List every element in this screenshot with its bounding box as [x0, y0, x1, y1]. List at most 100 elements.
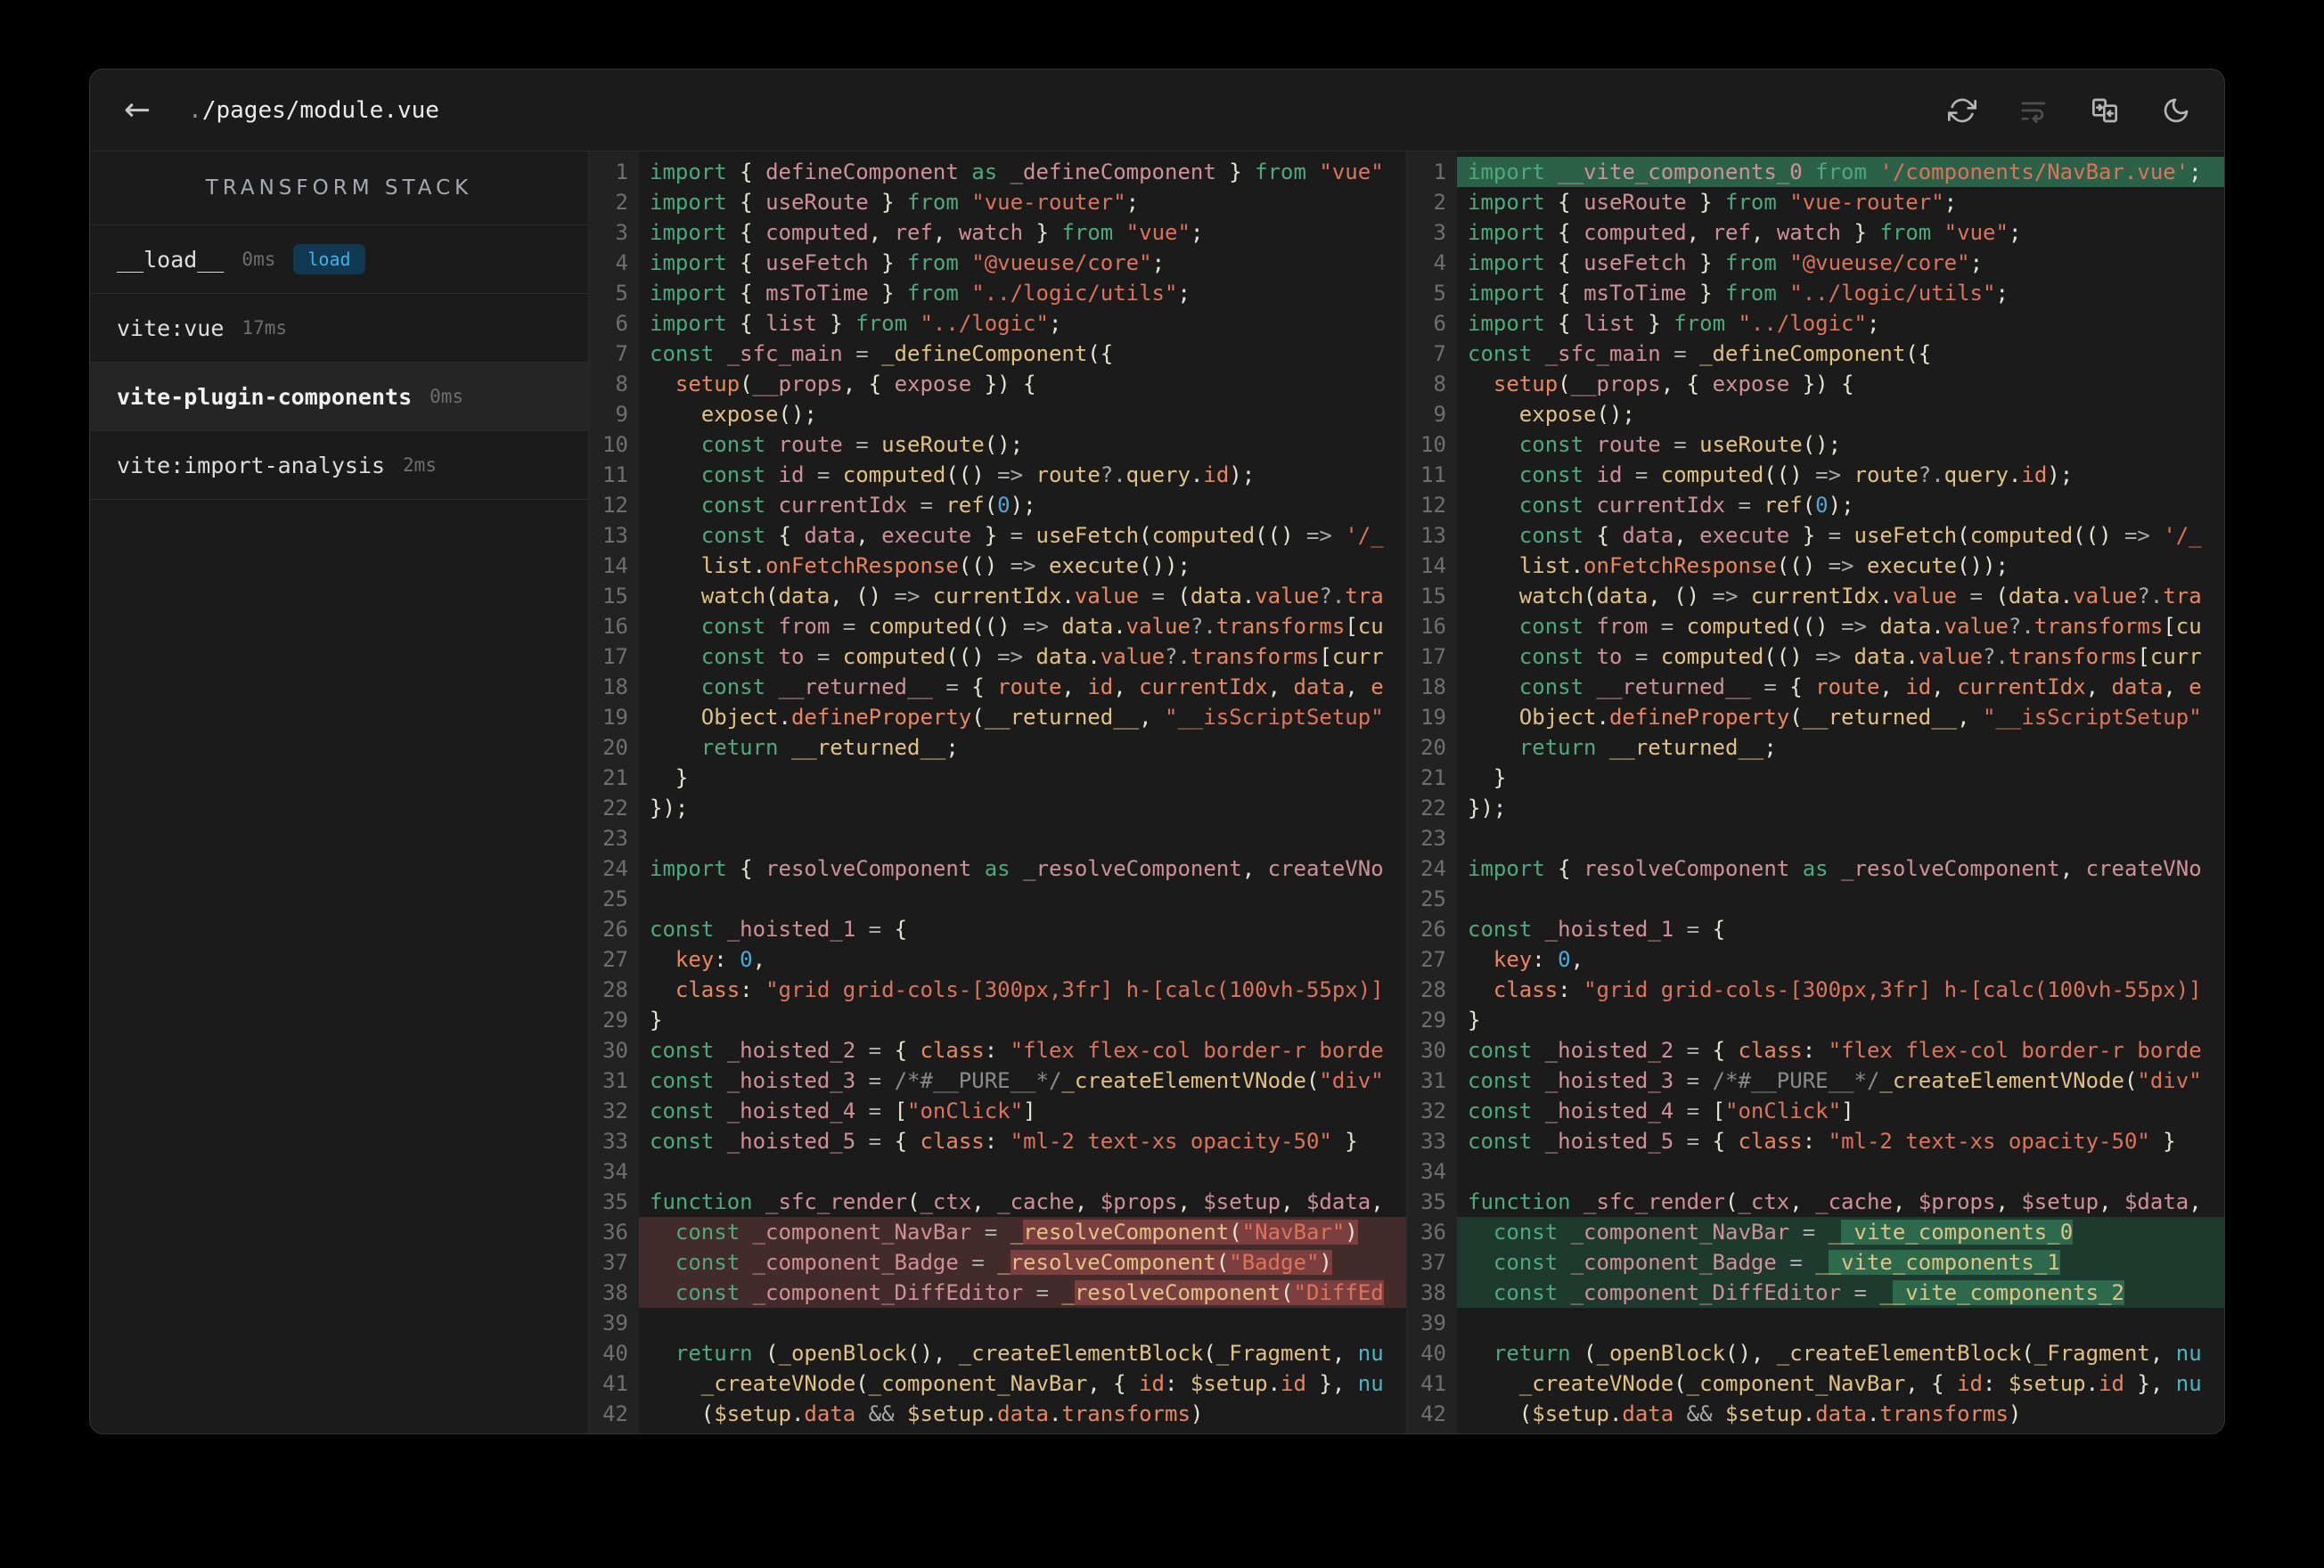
line-number: 23 — [602, 826, 628, 851]
code-line: 1 import { defineComponent as _defineComp… — [589, 157, 1406, 187]
code-line: 28 class: "grid grid-cols-[300px,3fr] h-… — [1407, 975, 2224, 1005]
code-panel-after[interactable]: 1 import __vite_components_0 from '/compo… — [1407, 151, 2224, 1433]
line-number: 26 — [1420, 917, 1446, 942]
code-line: 6 import { list } from "../logic"; — [589, 308, 1406, 339]
code-line: 19 Object.defineProperty(__returned__, "… — [589, 702, 1406, 732]
code-line: 12 const currentIdx = ref(0); — [589, 490, 1406, 520]
code-line: 26 const _hoisted_1 = { — [589, 914, 1406, 944]
code-text: const from = computed(() => data.value?.… — [650, 614, 1384, 639]
sidebar-item-vite-import-analysis[interactable]: vite:import-analysis 2ms — [90, 431, 588, 500]
line-number: 1 — [1433, 159, 1446, 184]
code-line: 17 const to = computed(() => data.value?… — [589, 641, 1406, 672]
line-number: 2 — [615, 190, 628, 215]
line-number: 8 — [615, 372, 628, 396]
line-number: 21 — [602, 765, 628, 790]
code-line: 6 import { list } from "../logic"; — [1407, 308, 2224, 339]
code-line: 37 const _component_Badge = __vite_compo… — [1407, 1247, 2224, 1278]
code-text: return __returned__; — [650, 735, 959, 760]
line-number: 41 — [602, 1371, 628, 1396]
line-number: 25 — [602, 886, 628, 911]
line-number: 39 — [1420, 1311, 1446, 1335]
line-number: 39 — [602, 1311, 628, 1335]
code-text: import __vite_components_0 from '/compon… — [1457, 157, 2224, 187]
code-line: 14 list.onFetchResponse(() => execute())… — [1407, 551, 2224, 581]
code-text: const _hoisted_1 = { — [650, 917, 908, 942]
toolbar-actions — [1948, 96, 2190, 125]
code-text: import { computed, ref, watch } from "vu… — [1468, 220, 2022, 245]
line-number: 17 — [602, 644, 628, 669]
line-number: 37 — [602, 1250, 628, 1275]
code-text: _createVNode(_component_NavBar, { id: $s… — [1468, 1371, 2202, 1396]
line-number: 4 — [1433, 250, 1446, 275]
code-text: _createVNode(_component_NavBar, { id: $s… — [650, 1371, 1384, 1396]
sidebar-item-vite-plugin-components[interactable]: vite-plugin-components 0ms — [90, 363, 588, 431]
code-line: 8 setup(__props, { expose }) { — [589, 369, 1406, 399]
line-number: 23 — [1420, 826, 1446, 851]
line-number: 36 — [1420, 1220, 1446, 1245]
code-text: const _component_NavBar = __vite_compone… — [1457, 1217, 2224, 1247]
transform-stack-header: TRANSFORM STACK — [90, 151, 588, 225]
line-number: 37 — [1420, 1250, 1446, 1275]
code-line: 25 — [1407, 884, 2224, 914]
code-line: 29} — [589, 1005, 1406, 1035]
code-text: expose(); — [650, 402, 817, 427]
code-text: import { computed, ref, watch } from "vu… — [650, 220, 1204, 245]
line-number: 30 — [1420, 1038, 1446, 1063]
code-line: 3 import { computed, ref, watch } from "v… — [1407, 217, 2224, 248]
transform-stack-sidebar: TRANSFORM STACK __load__ 0ms load vite:vue 1… — [90, 151, 589, 1433]
code-text: const _hoisted_4 = ["onClick"] — [650, 1098, 1036, 1123]
code-text: import { resolveComponent as _resolveCom… — [650, 856, 1384, 881]
code-text: const _hoisted_3 = /*#__PURE__*/_createE… — [650, 1068, 1384, 1093]
line-number: 40 — [602, 1341, 628, 1366]
line-number: 28 — [602, 977, 628, 1002]
code-text: expose(); — [1468, 402, 1635, 427]
code-line: 18 const __returned__ = { route, id, cur… — [1407, 672, 2224, 702]
sidebar-item-vite-vue[interactable]: vite:vue 17ms — [90, 294, 588, 363]
line-number: 42 — [1420, 1401, 1446, 1426]
code-panel-before[interactable]: 1 import { defineComponent as _defineComp… — [589, 151, 1407, 1433]
code-line: 37 const _component_Badge = _resolveComp… — [589, 1247, 1406, 1278]
code-line: 20 return __returned__; — [589, 732, 1406, 763]
line-number: 15 — [602, 584, 628, 608]
code-line: 35 function _sfc_render(_ctx, _cache, $pr… — [589, 1187, 1406, 1217]
code-line: 22}); — [1407, 793, 2224, 823]
code-line: 9 expose(); — [589, 399, 1406, 429]
line-number: 19 — [1420, 705, 1446, 730]
code-text: import { useRoute } from "vue-router"; — [650, 190, 1140, 215]
code-text: const __returned__ = { route, id, curren… — [1468, 674, 2202, 699]
transform-stack-list: __load__ 0ms load vite:vue 17ms vite-plugin-c… — [90, 225, 588, 500]
line-number: 16 — [1420, 614, 1446, 639]
code-text: import { list } from "../logic"; — [650, 311, 1062, 336]
code-text: key: 0, — [650, 947, 766, 972]
line-number: 13 — [1420, 523, 1446, 548]
word-wrap-icon[interactable] — [2019, 96, 2048, 125]
code-text: const _sfc_main = _defineComponent({ — [650, 341, 1114, 366]
code-line: 7 const _sfc_main = _defineComponent({ — [1407, 339, 2224, 369]
code-text: list.onFetchResponse(() => execute()); — [650, 553, 1191, 578]
code-text: return (_openBlock(), _createElementBloc… — [650, 1341, 1384, 1366]
code-text: function _sfc_render(_ctx, _cache, $prop… — [1468, 1189, 2202, 1214]
line-number: 14 — [602, 553, 628, 578]
dark-mode-icon[interactable] — [2162, 96, 2190, 125]
code-text: const _hoisted_5 = { class: "ml-2 text-x… — [1468, 1129, 2176, 1154]
code-text: watch(data, () => currentIdx.value = (da… — [1468, 584, 2202, 608]
line-number: 1 — [615, 159, 628, 184]
sidebar-item--load-[interactable]: __load__ 0ms load — [90, 225, 588, 294]
code-text: const route = useRoute(); — [1468, 432, 1842, 457]
line-number: 9 — [1433, 402, 1446, 427]
code-line: 31 const _hoisted_3 = /*#__PURE__*/_creat… — [1407, 1066, 2224, 1096]
line-number: 5 — [1433, 281, 1446, 306]
code-text: } — [1468, 1008, 1481, 1033]
line-number: 7 — [615, 341, 628, 366]
refresh-icon[interactable] — [1948, 96, 1976, 125]
code-line: 9 expose(); — [1407, 399, 2224, 429]
line-number: 3 — [1433, 220, 1446, 245]
code-text: import { useFetch } from "@vueuse/core"; — [1468, 250, 1984, 275]
code-text: import { list } from "../logic"; — [1468, 311, 1880, 336]
code-line: 40 return (_openBlock(), _createElementB… — [1407, 1338, 2224, 1368]
back-button[interactable]: ← — [124, 94, 151, 127]
code-text: import { resolveComponent as _resolveCom… — [1468, 856, 2202, 881]
compare-panes-icon[interactable] — [2091, 96, 2119, 125]
